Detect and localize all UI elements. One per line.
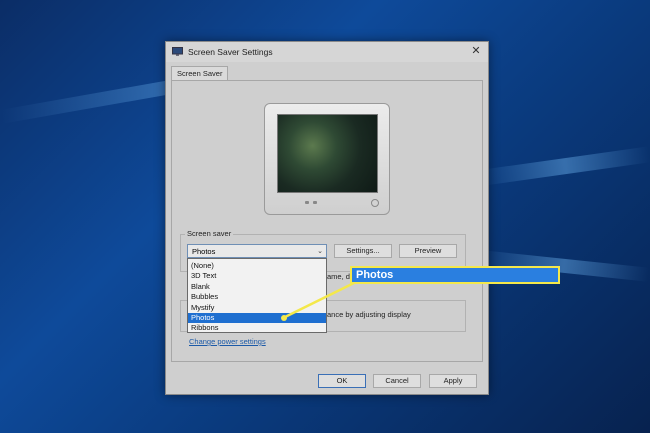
chevron-down-icon: ⌄ bbox=[317, 248, 323, 255]
option-blank[interactable]: Blank bbox=[188, 282, 326, 292]
option-ribbons[interactable]: Ribbons bbox=[188, 323, 326, 333]
screen-saver-select[interactable]: Photos ⌄ bbox=[187, 244, 327, 258]
monitor-led bbox=[313, 201, 317, 204]
settings-button[interactable]: Settings... bbox=[334, 244, 392, 258]
title-bar: Screen Saver Settings ✕ bbox=[166, 42, 488, 62]
close-button[interactable]: ✕ bbox=[469, 44, 483, 58]
close-icon: ✕ bbox=[471, 45, 481, 57]
wait-text-partial: ame, d bbox=[327, 272, 350, 281]
tab-screen-saver[interactable]: Screen Saver bbox=[171, 66, 229, 81]
desktop-light-beam bbox=[480, 146, 650, 186]
photos-callout-label: Photos bbox=[350, 266, 560, 284]
screen-saver-dropdown-list: (None) 3D Text Blank Bubbles Mystify Pho… bbox=[187, 258, 327, 333]
screen-saver-icon bbox=[172, 47, 183, 56]
dialog-title: Screen Saver Settings bbox=[188, 47, 273, 57]
ok-button[interactable]: OK bbox=[318, 374, 366, 388]
preview-button[interactable]: Preview bbox=[399, 244, 457, 258]
screen-saver-settings-dialog: Screen Saver Settings ✕ Screen Saver Scr… bbox=[165, 41, 489, 395]
option-none[interactable]: (None) bbox=[188, 261, 326, 271]
monitor-power-icon bbox=[371, 199, 379, 207]
screen-saver-select-value: Photos bbox=[192, 247, 216, 256]
screen-saver-group-label: Screen saver bbox=[185, 229, 234, 238]
option-3d-text[interactable]: 3D Text bbox=[188, 271, 326, 281]
apply-button[interactable]: Apply bbox=[429, 374, 477, 388]
change-power-settings-link[interactable]: Change power settings bbox=[189, 337, 266, 346]
option-mystify[interactable]: Mystify bbox=[188, 303, 326, 313]
monitor-preview bbox=[264, 103, 390, 215]
option-bubbles[interactable]: Bubbles bbox=[188, 292, 326, 302]
power-text-partial: ance by adjusting display bbox=[327, 310, 411, 319]
option-photos[interactable]: Photos bbox=[188, 312, 326, 324]
cancel-button[interactable]: Cancel bbox=[373, 374, 421, 388]
monitor-led bbox=[305, 201, 309, 204]
preview-screen bbox=[277, 114, 378, 193]
